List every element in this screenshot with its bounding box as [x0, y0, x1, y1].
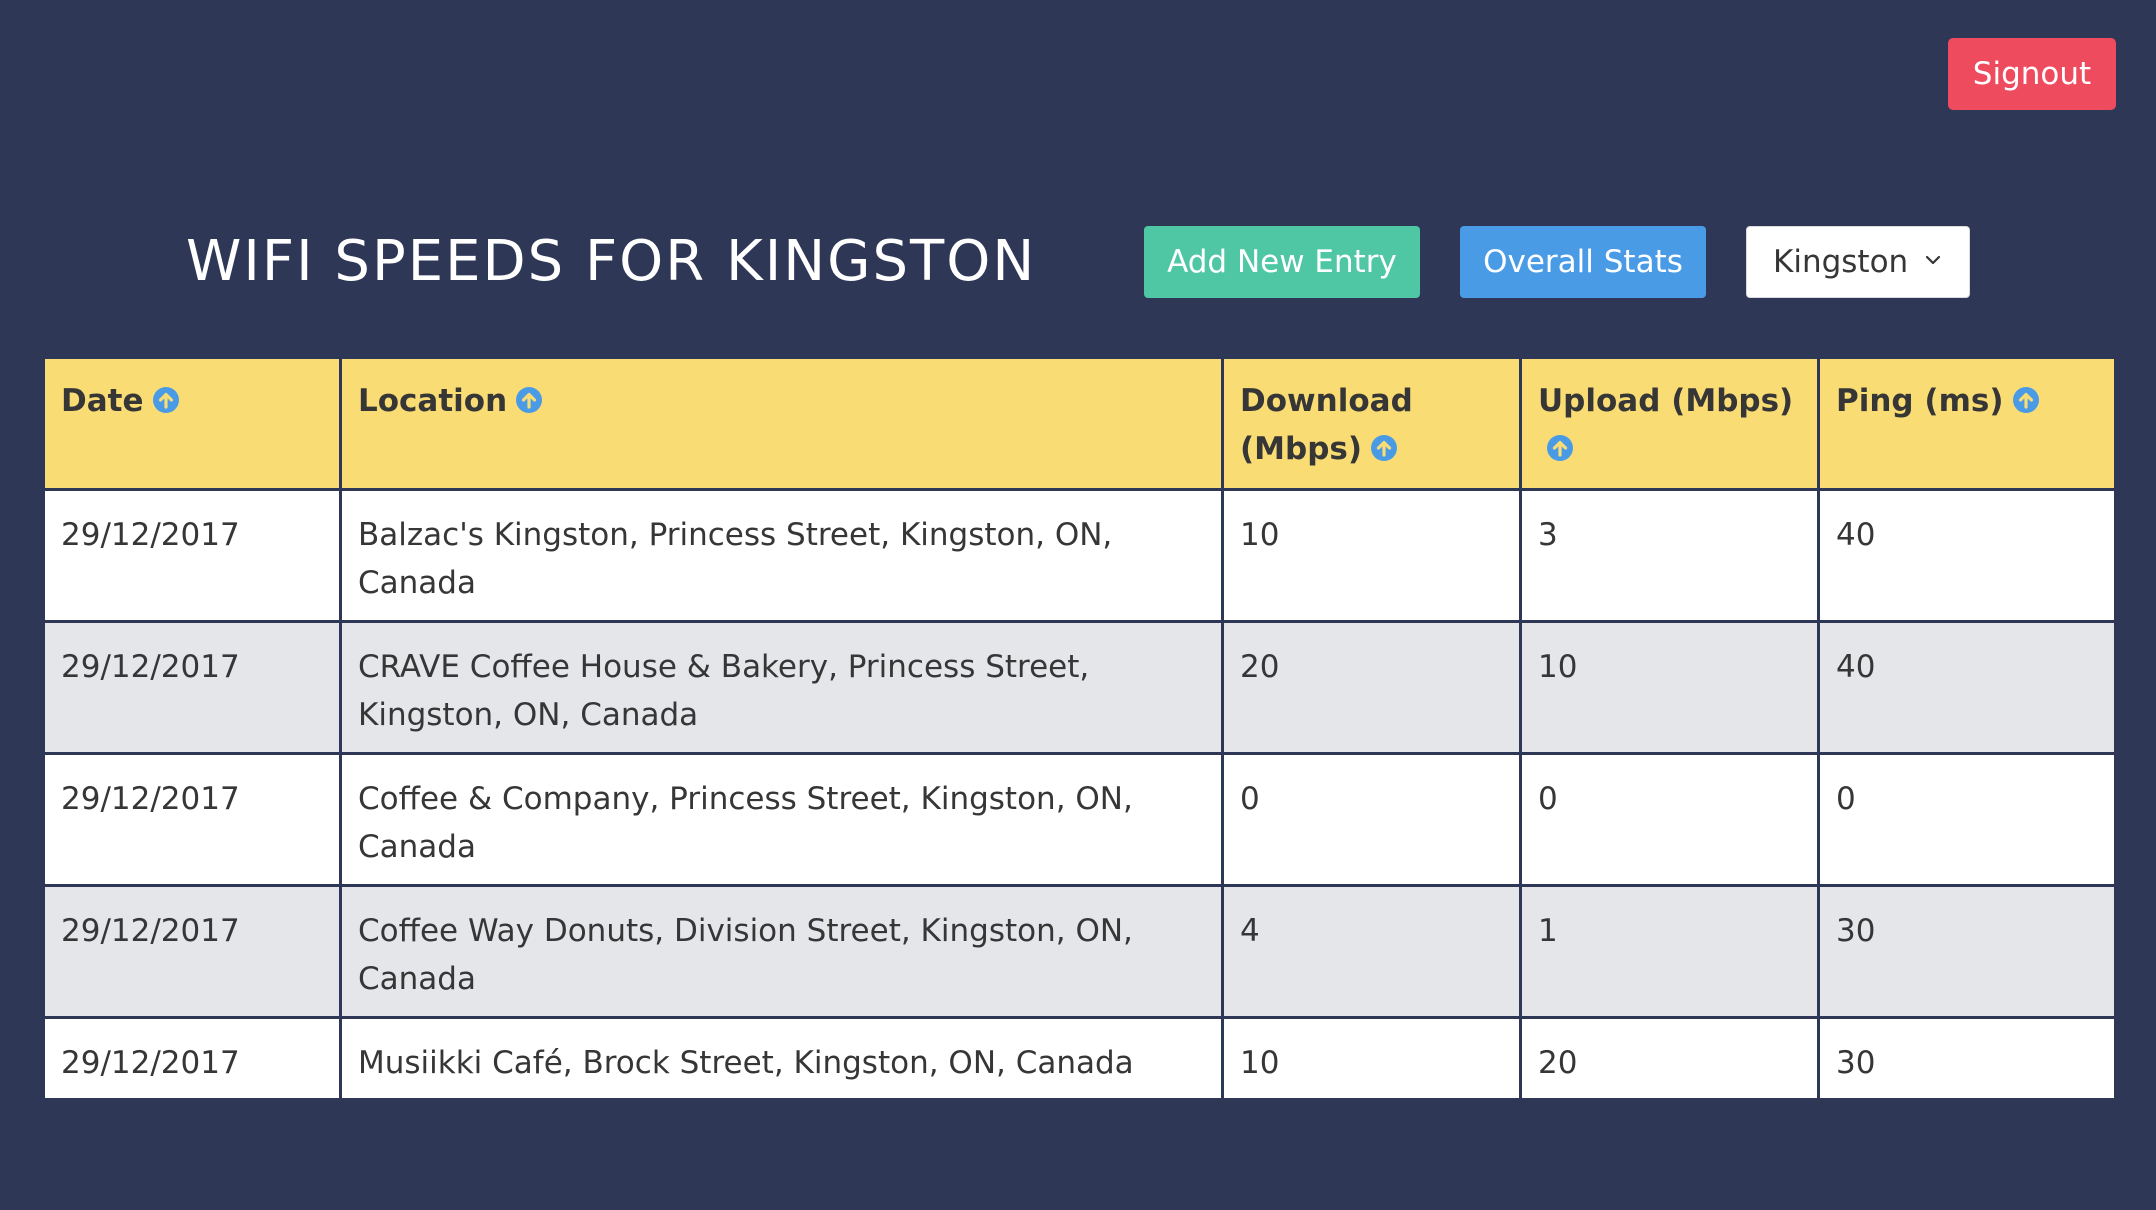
table-row: 29/12/2017 Balzac's Kingston, Princess S…	[42, 488, 2117, 623]
column-header-upload[interactable]: Upload (Mbps)	[1519, 356, 1820, 491]
signout-button[interactable]: Signout	[1948, 38, 2116, 110]
cell-ping: 30	[1817, 1016, 2117, 1101]
cell-download: 20	[1221, 620, 1522, 755]
arrow-up-circle-icon[interactable]	[515, 386, 543, 414]
cell-ping: 30	[1817, 884, 2117, 1019]
column-header-download[interactable]: Download (Mbps)	[1221, 356, 1522, 491]
cell-date: 29/12/2017	[42, 884, 342, 1019]
table-row: 29/12/2017 Coffee Way Donuts, Division S…	[42, 884, 2117, 1019]
cell-upload: 20	[1519, 1016, 1820, 1101]
wifi-speeds-table: Date Location Download (Mbps) Upload (Mb…	[42, 356, 2117, 1101]
table-row: 29/12/2017 Musiikki Café, Brock Street, …	[42, 1016, 2117, 1101]
arrow-up-circle-icon[interactable]	[1546, 434, 1574, 462]
page-title: WIFI SPEEDS FOR KINGSTON	[186, 229, 1037, 294]
city-select[interactable]: Kingston	[1746, 226, 1970, 298]
cell-ping: 0	[1817, 752, 2117, 887]
chevron-down-icon	[1925, 255, 1941, 265]
column-header-label: Upload (Mbps)	[1538, 383, 1794, 419]
cell-ping: 40	[1817, 488, 2117, 623]
table-header-row: Date Location Download (Mbps) Upload (Mb…	[42, 356, 2117, 491]
cell-date: 29/12/2017	[42, 488, 342, 623]
cell-location: Musiikki Café, Brock Street, Kingston, O…	[339, 1016, 1224, 1101]
cell-download: 10	[1221, 488, 1522, 623]
cell-download: 10	[1221, 1016, 1522, 1101]
column-header-label: Date	[61, 383, 144, 419]
table-row: 29/12/2017 CRAVE Coffee House & Bakery, …	[42, 620, 2117, 755]
city-select-value: Kingston	[1773, 244, 1909, 280]
column-header-label: Location	[358, 383, 508, 419]
arrow-up-circle-icon[interactable]	[1370, 434, 1398, 462]
cell-ping: 40	[1817, 620, 2117, 755]
arrow-up-circle-icon[interactable]	[2012, 386, 2040, 414]
column-header-date[interactable]: Date	[42, 356, 342, 491]
cell-upload: 1	[1519, 884, 1820, 1019]
cell-upload: 3	[1519, 488, 1820, 623]
cell-download: 4	[1221, 884, 1522, 1019]
cell-date: 29/12/2017	[42, 1016, 342, 1101]
cell-location: Balzac's Kingston, Princess Street, King…	[339, 488, 1224, 623]
column-header-ping[interactable]: Ping (ms)	[1817, 356, 2117, 491]
cell-upload: 0	[1519, 752, 1820, 887]
cell-upload: 10	[1519, 620, 1820, 755]
add-new-entry-button[interactable]: Add New Entry	[1144, 226, 1420, 298]
overall-stats-button[interactable]: Overall Stats	[1460, 226, 1706, 298]
column-header-location[interactable]: Location	[339, 356, 1224, 491]
column-header-label: Ping (ms)	[1836, 383, 2004, 419]
cell-location: Coffee Way Donuts, Division Street, King…	[339, 884, 1224, 1019]
cell-location: CRAVE Coffee House & Bakery, Princess St…	[339, 620, 1224, 755]
cell-download: 0	[1221, 752, 1522, 887]
cell-date: 29/12/2017	[42, 752, 342, 887]
table-row: 29/12/2017 Coffee & Company, Princess St…	[42, 752, 2117, 887]
cell-location: Coffee & Company, Princess Street, Kings…	[339, 752, 1224, 887]
cell-date: 29/12/2017	[42, 620, 342, 755]
arrow-up-circle-icon[interactable]	[152, 386, 180, 414]
